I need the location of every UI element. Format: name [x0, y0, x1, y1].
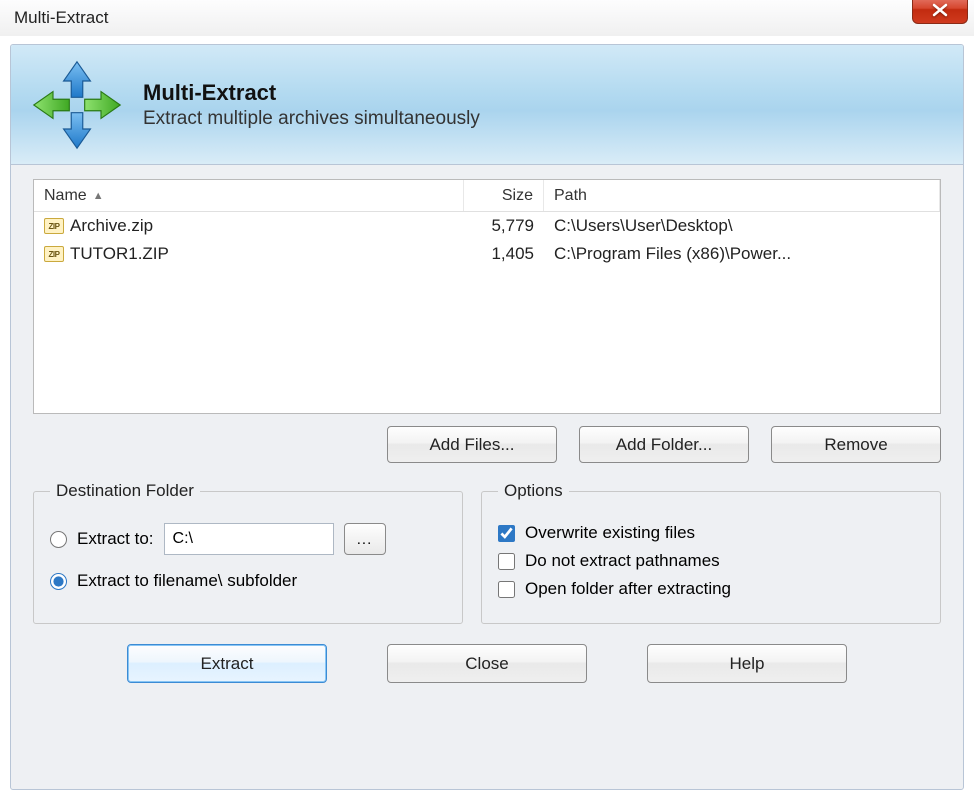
overwrite-label: Overwrite existing files	[525, 523, 695, 543]
file-path: C:\Program Files (x86)\Power...	[554, 244, 791, 264]
banner-text: Multi-Extract Extract multiple archives …	[143, 80, 480, 130]
list-body: ZIP Archive.zip 5,779 C:\Users\User\Desk…	[34, 212, 940, 413]
close-icon	[932, 3, 948, 17]
column-header-name[interactable]: Name ▲	[34, 180, 464, 211]
window-title: Multi-Extract	[14, 8, 108, 28]
options-group: Options Overwrite existing files Do not …	[481, 481, 941, 624]
no-pathnames-checkbox[interactable]	[498, 553, 515, 570]
close-window-button[interactable]	[912, 0, 968, 24]
list-buttons: Add Files... Add Folder... Remove	[33, 426, 941, 463]
multi-extract-icon	[29, 57, 125, 153]
dialog-buttons: Extract Close Help	[33, 644, 941, 683]
banner: Multi-Extract Extract multiple archives …	[11, 45, 963, 165]
extract-subfolder-radio[interactable]	[50, 573, 67, 590]
column-header-path[interactable]: Path	[544, 180, 940, 211]
options-legend: Options	[498, 481, 569, 501]
title-bar: Multi-Extract	[0, 0, 974, 36]
open-after-label: Open folder after extracting	[525, 579, 731, 599]
file-size: 1,405	[491, 244, 534, 264]
file-name: Archive.zip	[70, 216, 153, 236]
column-header-size[interactable]: Size	[464, 180, 544, 211]
zip-file-icon: ZIP	[44, 246, 64, 262]
file-size: 5,779	[491, 216, 534, 236]
dialog-window: Multi-Extract Multi-Extract	[0, 0, 974, 800]
banner-subtitle: Extract multiple archives simultaneously	[143, 108, 480, 130]
archive-list[interactable]: Name ▲ Size Path ZIP Archive.zip 5,779 C…	[33, 179, 941, 414]
file-name: TUTOR1.ZIP	[70, 244, 169, 264]
extract-to-label: Extract to:	[77, 529, 154, 549]
list-header: Name ▲ Size Path	[34, 180, 940, 212]
add-folder-button[interactable]: Add Folder...	[579, 426, 749, 463]
overwrite-checkbox[interactable]	[498, 525, 515, 542]
zip-file-icon: ZIP	[44, 218, 64, 234]
destination-legend: Destination Folder	[50, 481, 200, 501]
option-groups: Destination Folder Extract to: ... Extra…	[33, 481, 941, 624]
list-item[interactable]: ZIP TUTOR1.ZIP 1,405 C:\Program Files (x…	[34, 240, 940, 268]
browse-button[interactable]: ...	[344, 523, 386, 555]
help-button[interactable]: Help	[647, 644, 847, 683]
remove-button[interactable]: Remove	[771, 426, 941, 463]
list-item[interactable]: ZIP Archive.zip 5,779 C:\Users\User\Desk…	[34, 212, 940, 240]
no-pathnames-label: Do not extract pathnames	[525, 551, 720, 571]
banner-heading: Multi-Extract	[143, 80, 480, 106]
open-after-checkbox[interactable]	[498, 581, 515, 598]
extract-subfolder-label: Extract to filename\ subfolder	[77, 571, 297, 591]
dialog-content: Multi-Extract Extract multiple archives …	[10, 44, 964, 790]
file-path: C:\Users\User\Desktop\	[554, 216, 733, 236]
close-button[interactable]: Close	[387, 644, 587, 683]
destination-group: Destination Folder Extract to: ... Extra…	[33, 481, 463, 624]
dialog-body: Name ▲ Size Path ZIP Archive.zip 5,779 C…	[11, 165, 963, 697]
extract-to-radio[interactable]	[50, 531, 67, 548]
extract-button[interactable]: Extract	[127, 644, 327, 683]
add-files-button[interactable]: Add Files...	[387, 426, 557, 463]
sort-asc-icon: ▲	[93, 190, 104, 202]
extract-path-input[interactable]	[164, 523, 334, 555]
